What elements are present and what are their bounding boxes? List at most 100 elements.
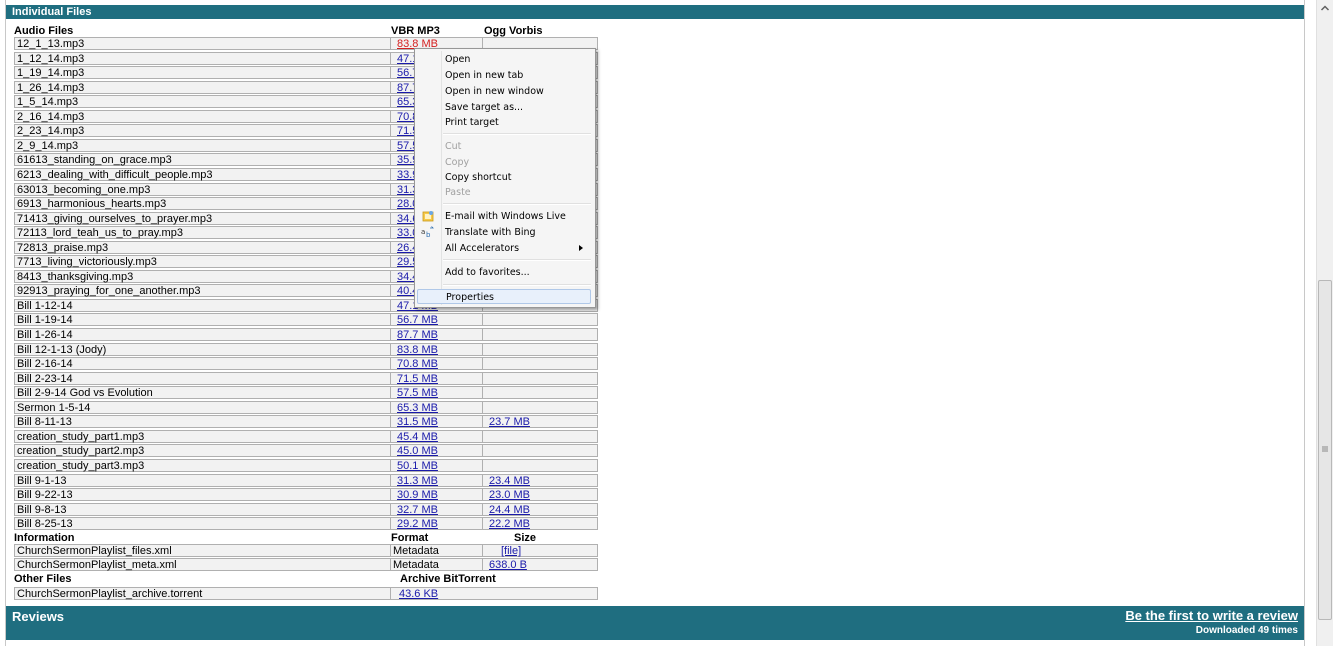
page-content: Individual Files Audio Files VBR MP3 Ogg… [5, 0, 1305, 646]
table-row: Bill 1-19-14 56.7 MB [14, 313, 598, 326]
vbr-mp3-cell: 31.5 MB [391, 416, 483, 428]
ogg-vorbis-cell: 23.4 MB [483, 475, 597, 487]
audio-file-name: Bill 2-23-14 [15, 373, 391, 385]
menu-separator [443, 203, 591, 205]
meta-xml-link[interactable]: 638.0 B [489, 559, 527, 571]
table-row: creation_study_part2.mp3 45.0 MB [14, 444, 598, 457]
format-header: Format [391, 532, 429, 544]
vbr-mp3-header: VBR MP3 [391, 25, 440, 37]
vbr-mp3-link[interactable]: 31.5 MB [397, 416, 438, 428]
ogg-vorbis-link[interactable]: 23.7 MB [489, 416, 530, 428]
audio-file-name: creation_study_part1.mp3 [15, 431, 391, 443]
ogg-vorbis-cell [483, 431, 597, 443]
vbr-mp3-cell: 87.7 MB [391, 329, 483, 341]
vbr-mp3-link[interactable]: 71.5 MB [397, 373, 438, 385]
vbr-mp3-link[interactable]: 70.8 MB [397, 358, 438, 370]
menu-item-cut: Cut [445, 141, 462, 152]
menu-item-all-accelerators[interactable]: All Accelerators [417, 241, 591, 256]
file-name: ChurchSermonPlaylist_archive.torrent [15, 588, 391, 600]
vbr-mp3-cell: 29.2 MB [391, 518, 483, 530]
windows-live-mail-icon [421, 209, 435, 224]
write-review-link[interactable]: Be the first to write a review [1125, 608, 1298, 623]
vbr-mp3-link[interactable]: 83.8 MB [397, 344, 438, 356]
table-row: Bill 2-16-14 70.8 MB [14, 357, 598, 370]
audio-files-header: Audio Files [14, 25, 74, 37]
menu-item-open-new-tab[interactable]: Open in new tab [417, 68, 591, 83]
table-row: Sermon 1-5-14 65.3 MB [14, 401, 598, 414]
audio-file-name: Bill 1-26-14 [15, 329, 391, 341]
vbr-mp3-link[interactable]: 30.9 MB [397, 489, 438, 501]
table-row: Bill 9-22-13 30.9 MB 23.0 MB [14, 488, 598, 501]
vbr-mp3-link[interactable]: 45.4 MB [397, 431, 438, 443]
vertical-scrollbar[interactable] [1316, 0, 1333, 646]
chevron-up-icon [1320, 5, 1330, 11]
vbr-mp3-cell: 57.5 MB [391, 387, 483, 399]
audio-file-name: 2_23_14.mp3 [15, 125, 391, 137]
vbr-mp3-link[interactable]: 65.3 MB [397, 402, 438, 414]
bing-translate-icon: ab [421, 225, 435, 240]
menu-item-properties[interactable]: Properties [417, 289, 591, 304]
vbr-mp3-cell: 45.4 MB [391, 431, 483, 443]
ogg-vorbis-cell [483, 314, 597, 326]
ogg-vorbis-cell: 23.0 MB [483, 489, 597, 501]
file-size-link: [file] [483, 545, 597, 557]
audio-file-name: 7713_living_victoriously.mp3 [15, 256, 391, 268]
vbr-mp3-cell: 30.9 MB [391, 489, 483, 501]
audio-file-name: 72113_lord_teah_us_to_pray.mp3 [15, 227, 391, 239]
vbr-mp3-link[interactable]: 45.0 MB [397, 445, 438, 457]
vbr-mp3-link[interactable]: 56.7 MB [397, 314, 438, 326]
file-link[interactable]: [file] [501, 545, 521, 557]
ogg-vorbis-link[interactable]: 23.4 MB [489, 475, 530, 487]
table-row: ChurchSermonPlaylist_files.xml Metadata … [14, 544, 598, 557]
individual-files-header: Individual Files [6, 5, 1304, 19]
menu-item-open-new-window[interactable]: Open in new window [417, 84, 591, 99]
vbr-mp3-link[interactable]: 32.7 MB [397, 504, 438, 516]
vbr-mp3-link[interactable]: 29.2 MB [397, 518, 438, 530]
table-row: Bill 2-9-14 God vs Evolution 57.5 MB [14, 386, 598, 399]
audio-file-name: 12_1_13.mp3 [15, 38, 391, 50]
scroll-up-button[interactable] [1317, 0, 1333, 17]
audio-file-name: Bill 2-16-14 [15, 358, 391, 370]
audio-file-name: creation_study_part3.mp3 [15, 460, 391, 472]
audio-file-name: 61613_standing_on_grace.mp3 [15, 154, 391, 166]
menu-item-email-windows-live[interactable]: E-mail with Windows Live [417, 209, 591, 224]
context-menu: Open Open in new tab Open in new window … [414, 48, 596, 308]
menu-item-open[interactable]: Open [417, 52, 591, 67]
ogg-vorbis-link[interactable]: 23.0 MB [489, 489, 530, 501]
vbr-mp3-cell: 70.8 MB [391, 358, 483, 370]
vbr-mp3-link[interactable]: 57.5 MB [397, 387, 438, 399]
table-row: Bill 8-25-13 29.2 MB 22.2 MB [14, 517, 598, 530]
audio-file-name: 2_16_14.mp3 [15, 111, 391, 123]
reviews-title: Reviews [12, 609, 65, 624]
torrent-size: 43.6 KB [391, 588, 597, 600]
audio-file-name: 1_19_14.mp3 [15, 67, 391, 79]
menu-item-save-target[interactable]: Save target as... [417, 100, 591, 115]
audio-file-name: 71413_giving_ourselves_to_prayer.mp3 [15, 213, 391, 225]
audio-file-name: Bill 8-11-13 [15, 416, 391, 428]
audio-file-name: Sermon 1-5-14 [15, 402, 391, 414]
menu-separator [443, 133, 591, 135]
ogg-vorbis-cell [483, 460, 597, 472]
menu-item-translate-bing[interactable]: ab Translate with Bing [417, 225, 591, 240]
audio-file-name: 1_26_14.mp3 [15, 82, 391, 94]
vbr-mp3-link[interactable]: 50.1 MB [397, 460, 438, 472]
audio-file-name: Bill 2-9-14 God vs Evolution [15, 387, 391, 399]
ogg-vorbis-link[interactable]: 24.4 MB [489, 504, 530, 516]
vbr-mp3-link[interactable]: 87.7 MB [397, 329, 438, 341]
table-row: Bill 9-8-13 32.7 MB 24.4 MB [14, 503, 598, 516]
file-format: Metadata [391, 559, 483, 571]
audio-file-name: Bill 9-1-13 [15, 475, 391, 487]
ogg-vorbis-link[interactable]: 22.2 MB [489, 518, 530, 530]
torrent-link[interactable]: 43.6 KB [399, 588, 438, 600]
vbr-mp3-link[interactable]: 31.3 MB [397, 475, 438, 487]
vbr-mp3-cell: 32.7 MB [391, 504, 483, 516]
menu-item-copy-shortcut[interactable]: Copy shortcut [417, 170, 591, 185]
vbr-mp3-cell: 56.7 MB [391, 314, 483, 326]
audio-file-name: Bill 9-22-13 [15, 489, 391, 501]
menu-item-add-favorites[interactable]: Add to favorites... [417, 265, 591, 280]
menu-item-print-target[interactable]: Print target [417, 115, 591, 130]
reviews-bar: Reviews Be the first to write a review D… [6, 606, 1304, 640]
table-row: creation_study_part3.mp3 50.1 MB [14, 459, 598, 472]
information-header: Information [14, 532, 75, 544]
scroll-thumb[interactable] [1318, 280, 1332, 620]
